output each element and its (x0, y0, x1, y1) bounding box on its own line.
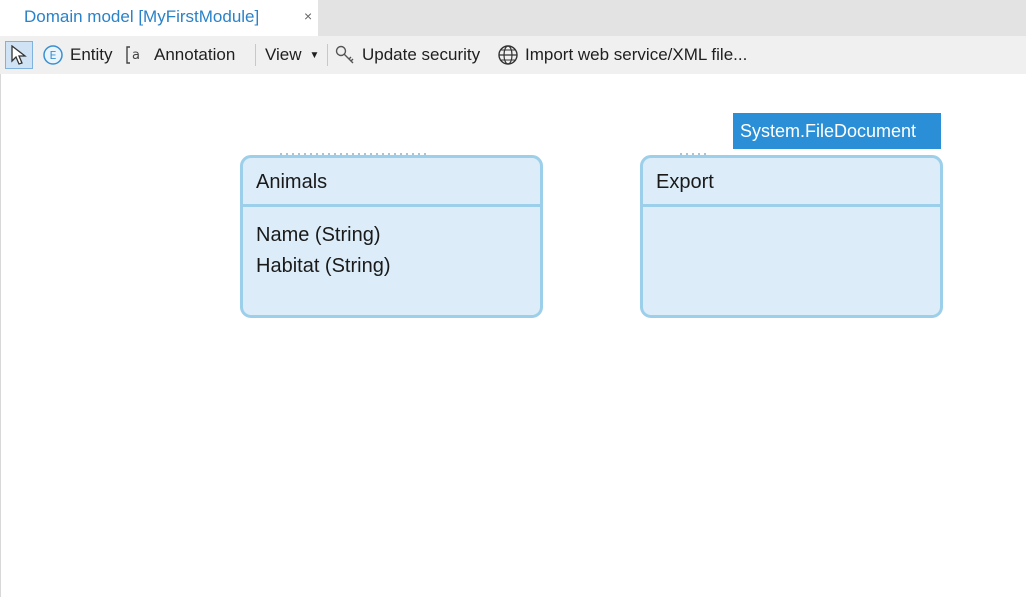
annotation-label: Annotation (154, 45, 236, 64)
svg-text:a: a (132, 48, 140, 63)
globe-icon (497, 44, 519, 66)
import-label: Import web service/XML file... (525, 45, 748, 64)
entity-icon: E (42, 44, 64, 66)
tab-strip: Domain model [MyFirstModule] × (0, 0, 1026, 36)
view-label: View (265, 45, 302, 64)
tab-title: Domain model [MyFirstModule] (24, 7, 260, 26)
entity-header: Animals (243, 158, 540, 207)
update-security-label: Update security (362, 45, 481, 64)
toolbar: E Entity a Annotation View ▼ Update secu… (0, 36, 1026, 74)
toolbar-divider (255, 44, 256, 66)
import-web-service-button[interactable]: Import web service/XML file... (497, 40, 747, 70)
entity-name: Animals (256, 171, 328, 193)
entity-animals[interactable]: Animals Name (String) Habitat (String) (240, 155, 543, 318)
toolbar-divider (327, 44, 328, 66)
entity-button[interactable]: E Entity (42, 40, 113, 70)
svg-text:E: E (50, 49, 57, 62)
chevron-down-icon: ▼ (309, 49, 320, 61)
entity-header: Export (643, 158, 940, 207)
attribute-item[interactable]: Habitat (String) (256, 251, 391, 282)
domain-model-canvas[interactable] (0, 74, 1026, 597)
entity-attributes: Name (String) Habitat (String) (256, 220, 391, 282)
pointer-tool-button[interactable] (5, 41, 33, 69)
attribute-item[interactable]: Name (String) (256, 220, 391, 251)
view-dropdown[interactable]: View ▼ (265, 40, 319, 70)
tab-domain-model[interactable]: Domain model [MyFirstModule] × (0, 0, 318, 36)
entity-export[interactable]: Export (640, 155, 943, 318)
update-security-button[interactable]: Update security (334, 40, 480, 70)
annotation-button[interactable]: a Annotation (126, 40, 235, 70)
cursor-icon (11, 45, 27, 65)
key-icon (334, 44, 356, 66)
annotation-icon: a (126, 44, 144, 66)
entity-name: Export (656, 171, 714, 193)
close-icon[interactable]: × (304, 8, 312, 24)
entity-label: Entity (70, 45, 113, 64)
generalization-badge[interactable]: System.FileDocument (733, 113, 941, 149)
